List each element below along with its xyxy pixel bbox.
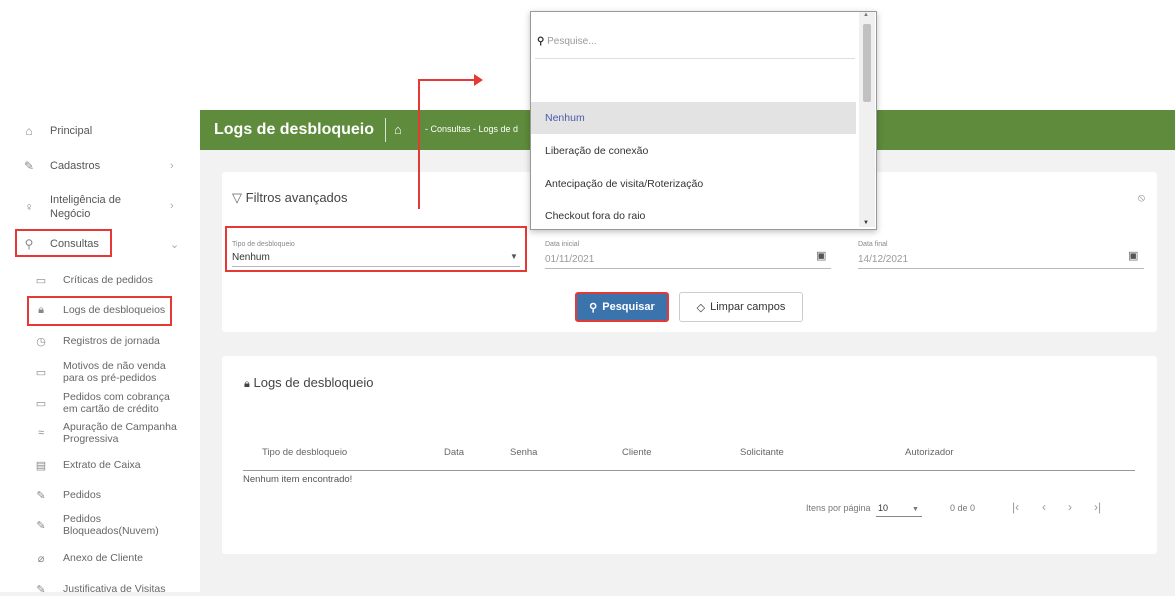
sidebar-item-principal[interactable]: ⌂ Principal <box>0 123 200 139</box>
tipo-dropdown-panel: ⚲ Pesquise... Nenhum Liberação de conexã… <box>530 11 877 230</box>
data-inicial-input[interactable]: 01/11/2021 <box>545 254 594 265</box>
chat-icon: ▭ <box>35 274 47 287</box>
chevron-down-icon: ⌄ <box>170 238 180 251</box>
items-per-page-label: Itens por página <box>806 503 871 513</box>
column-header-data[interactable]: Data <box>444 447 464 458</box>
table-divider <box>243 470 1135 471</box>
filters-title-row[interactable]: ▽ Filtros avançados <box>232 190 348 206</box>
last-page-icon[interactable]: ›| <box>1094 500 1101 514</box>
sidebar-item-cadastros[interactable]: ✎ Cadastros › <box>0 158 200 174</box>
chevron-right-icon: › <box>170 160 174 172</box>
dropdown-option[interactable]: Nenhum <box>531 102 856 134</box>
column-header-tipo[interactable]: Tipo de desbloqueio <box>262 447 347 458</box>
sidebar-subitem-motivos[interactable]: ▭ Motivos de não venda para os pré-pedid… <box>0 360 200 386</box>
edit-icon: ✎ <box>36 520 46 532</box>
column-header-senha[interactable]: Senha <box>510 447 537 458</box>
sidebar-subitem-extrato[interactable]: ▤ Extrato de Caixa <box>0 458 200 472</box>
sidebar-subitem-registros[interactable]: ◷ Registros de jornada <box>0 334 200 348</box>
annotation-arrow-vertical <box>418 79 420 209</box>
filter-icon: ▽ <box>232 190 242 205</box>
page-range: 0 de 0 <box>950 503 976 513</box>
dropdown-arrow-icon[interactable]: ▼ <box>912 506 919 513</box>
data-final-input[interactable]: 14/12/2021 <box>858 254 908 265</box>
lock-icon: 🔒︎ <box>244 378 250 390</box>
bulb-icon: ♀ <box>24 200 34 214</box>
sidebar-subitem-apuracao[interactable]: ≈ Apuração de Campanha Progressiva <box>0 421 200 447</box>
sidebar-subitem-cobranca[interactable]: ▭ Pedidos com cobrança em cartão de créd… <box>0 391 200 417</box>
highlight-tipo <box>225 226 527 272</box>
calendar-icon[interactable]: ▣ <box>816 249 826 262</box>
document-icon: ▤ <box>35 459 47 472</box>
chevron-right-icon: › <box>170 200 174 212</box>
sidebar-subitem-pedidos[interactable]: ✎ Pedidos <box>0 488 200 502</box>
search-button[interactable]: ⚲ Pesquisar <box>575 292 669 322</box>
dropdown-option[interactable]: Antecipação de visita/Roterização <box>531 168 856 200</box>
edit-icon: ✎ <box>23 159 35 173</box>
eye-off-icon[interactable]: ⦸ <box>1138 192 1145 205</box>
home-icon: ⌂ <box>25 124 33 138</box>
items-per-page-select[interactable]: 10 <box>878 503 888 513</box>
card-icon: ▭ <box>35 398 47 410</box>
column-header-cliente[interactable]: Cliente <box>622 447 652 458</box>
scroll-up-icon[interactable]: ▲ <box>863 12 869 18</box>
sidebar-subitem-justificativa[interactable]: ✎ Justificativa de Visitas <box>0 582 200 596</box>
calendar-icon[interactable]: ▣ <box>1128 249 1138 262</box>
highlight-logs <box>27 296 172 326</box>
empty-message: Nenhum item encontrado! <box>243 474 353 485</box>
dropdown-search-underline <box>535 58 855 59</box>
dropdown-scrollbar[interactable]: ▲ ▼ <box>859 12 875 227</box>
filters-title: Filtros avançados <box>245 190 348 205</box>
next-page-icon[interactable]: › <box>1068 500 1072 514</box>
search-icon: ⚲ <box>589 301 598 314</box>
column-header-autorizador[interactable]: Autorizador <box>905 447 954 458</box>
paperclip-icon: ⌀ <box>37 552 45 565</box>
clock-icon: ◷ <box>36 335 46 348</box>
annotation-arrowhead <box>474 74 483 86</box>
edit-icon: ✎ <box>36 583 46 596</box>
edit-icon: ✎ <box>36 489 46 502</box>
sidebar-subitem-anexo[interactable]: ⌀ Anexo de Cliente <box>0 551 200 565</box>
dropdown-option[interactable]: Checkout fora do raio <box>531 200 856 232</box>
header-divider <box>385 118 386 142</box>
dropdown-search-input[interactable]: ⚲ Pesquise... <box>537 36 597 47</box>
dropdown-option[interactable]: Liberação de conexão <box>531 135 856 167</box>
items-per-page-underline <box>876 516 922 517</box>
highlight-consultas <box>15 229 112 257</box>
eraser-icon: ◇ <box>696 301 706 314</box>
sidebar-item-inteligencia[interactable]: ♀ Inteligência de Negócio › <box>0 192 200 222</box>
data-final-label: Data final <box>858 241 888 248</box>
results-title-row: 🔒︎ Logs de desbloqueio <box>244 375 373 391</box>
data-inicial-underline <box>545 268 831 269</box>
clear-fields-button[interactable]: ◇ Limpar campos <box>679 292 803 322</box>
sidebar-subitem-criticas[interactable]: ▭ Críticas de pedidos <box>0 273 200 287</box>
data-final-underline <box>858 268 1144 269</box>
chart-icon: ≈ <box>37 427 45 439</box>
annotation-arrow-horizontal <box>418 79 476 81</box>
column-header-solicitante[interactable]: Solicitante <box>740 447 784 458</box>
page-title: Logs de desbloqueio <box>214 121 375 138</box>
data-inicial-label: Data inicial <box>545 241 580 248</box>
chat-icon: ▭ <box>35 367 47 379</box>
first-page-icon[interactable]: |‹ <box>1012 500 1019 514</box>
sidebar-subitem-pedidos-bloqueados[interactable]: ✎ Pedidos Bloqueados(Nuvem) <box>0 513 200 539</box>
scrollbar-thumb[interactable] <box>863 24 871 102</box>
prev-page-icon[interactable]: ‹ <box>1042 500 1046 514</box>
results-title: Logs de desbloqueio <box>253 375 374 390</box>
scroll-down-icon[interactable]: ▼ <box>863 220 869 226</box>
search-icon: ⚲ <box>537 36 545 47</box>
breadcrumb: - Consultas - Logs de d <box>425 124 519 134</box>
home-icon[interactable]: ⌂ <box>394 122 402 137</box>
